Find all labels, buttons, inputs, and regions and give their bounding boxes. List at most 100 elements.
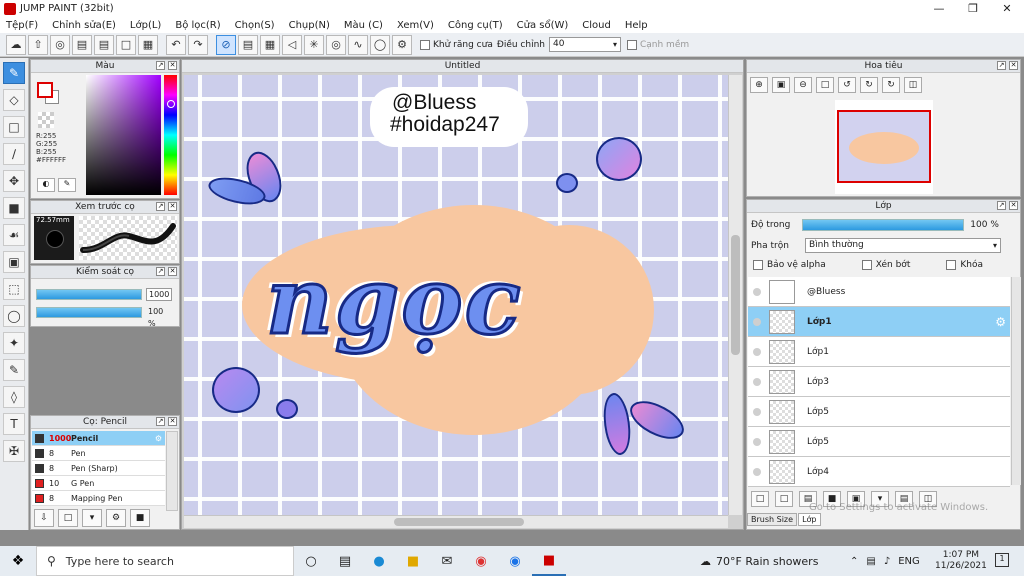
- eraser-tool-icon[interactable]: ◇: [3, 89, 25, 111]
- hatch-icon[interactable]: ▤: [238, 34, 258, 55]
- actual-size-icon[interactable]: □: [816, 77, 834, 93]
- move-tool-icon[interactable]: ✥: [3, 170, 25, 192]
- document-icon[interactable]: ▤: [94, 34, 114, 55]
- zoom-fit-icon[interactable]: ▣: [772, 77, 790, 93]
- minimize-button[interactable]: —: [922, 0, 956, 17]
- rotate-right-icon[interactable]: ↻: [860, 77, 878, 93]
- reset-rotation-icon[interactable]: ↻: [882, 77, 900, 93]
- zoom-out-icon[interactable]: ⊖: [794, 77, 812, 93]
- volume-icon[interactable]: ♪: [884, 556, 890, 567]
- float-icon[interactable]: ↗: [156, 417, 165, 426]
- menu-select[interactable]: Chọn(S): [235, 20, 275, 31]
- redo-icon[interactable]: ↷: [188, 34, 208, 55]
- circle-snap-icon[interactable]: ◯: [370, 34, 390, 55]
- brush-menu-icon[interactable]: ▾: [82, 509, 102, 527]
- layer-item[interactable]: Lớp5: [748, 427, 1010, 457]
- chrome-icon[interactable]: ◉: [464, 546, 498, 576]
- saturation-value-picker[interactable]: [86, 75, 161, 195]
- deselect-icon[interactable]: ⊘: [216, 34, 236, 55]
- close-icon[interactable]: ✕: [168, 202, 177, 211]
- chevron-up-icon[interactable]: ⌃: [850, 556, 858, 567]
- menu-tools[interactable]: Công cụ(T): [448, 20, 503, 31]
- close-icon[interactable]: ✕: [1009, 201, 1018, 210]
- export-icon[interactable]: ⇧: [28, 34, 48, 55]
- menu-file[interactable]: Tệp(F): [6, 20, 38, 31]
- drawing-canvas[interactable]: ngọc @Bluess #hoidap247: [184, 75, 728, 515]
- blend-mode-dropdown[interactable]: Bình thường: [804, 238, 1001, 253]
- clock[interactable]: 1:07 PM 11/26/2021: [935, 550, 987, 572]
- edge-icon[interactable]: ●: [362, 546, 396, 576]
- brush-opacity-slider[interactable]: [36, 307, 142, 318]
- fill-rect-tool-icon[interactable]: ■: [3, 197, 25, 219]
- visibility-icon[interactable]: [753, 317, 761, 326]
- float-icon[interactable]: ↗: [997, 61, 1006, 70]
- brush-item-pencil[interactable]: 1000 Pencil ⚙: [32, 431, 165, 446]
- task-view-icon[interactable]: ▤: [328, 546, 362, 576]
- layer-item[interactable]: @Bluess: [748, 277, 1010, 307]
- layer-item[interactable]: Lớp3: [748, 367, 1010, 397]
- radial-icon[interactable]: ✳: [304, 34, 324, 55]
- new-layer-icon[interactable]: □: [751, 491, 769, 507]
- visibility-icon[interactable]: [753, 467, 761, 476]
- brush-settings-icon[interactable]: ⚙: [106, 509, 126, 527]
- taskbar-search[interactable]: ⚲ Type here to search: [36, 546, 294, 576]
- close-icon[interactable]: ✕: [168, 417, 177, 426]
- navigator-thumbnail[interactable]: [835, 100, 933, 194]
- brush-item-g-pen[interactable]: 10 G Pen: [32, 476, 165, 491]
- cloud-icon[interactable]: ☁: [6, 34, 26, 55]
- gear-icon[interactable]: ⚙: [995, 315, 1006, 329]
- new-brush-icon[interactable]: □: [58, 509, 78, 527]
- lock-checkbox[interactable]: [946, 260, 957, 270]
- visibility-icon[interactable]: [753, 437, 761, 446]
- menu-help[interactable]: Help: [625, 20, 648, 31]
- concentric-icon[interactable]: ◎: [326, 34, 346, 55]
- windows-start-icon[interactable]: ❖: [0, 546, 36, 576]
- menu-capture[interactable]: Chụp(N): [289, 20, 330, 31]
- new-layer-options-icon[interactable]: □: [775, 491, 793, 507]
- tab-layer[interactable]: Lớp: [798, 513, 821, 526]
- canvas-horizontal-scrollbar[interactable]: [184, 515, 728, 528]
- color-picker-icon[interactable]: ✎: [58, 178, 76, 192]
- soft-edge-checkbox[interactable]: [626, 39, 637, 50]
- close-button[interactable]: ✕: [990, 0, 1024, 17]
- cortana-icon[interactable]: ○: [294, 546, 328, 576]
- hue-knob[interactable]: [167, 100, 175, 108]
- adjust-dropdown[interactable]: 40: [548, 37, 621, 52]
- tab-brush-size[interactable]: Brush Size: [747, 513, 798, 526]
- float-icon[interactable]: ↗: [997, 201, 1006, 210]
- select-eraser-tool-icon[interactable]: ◊: [3, 386, 25, 408]
- protect-alpha-checkbox[interactable]: [753, 260, 763, 270]
- eyedropper-tool-icon[interactable]: ✠: [3, 440, 25, 462]
- layer-item[interactable]: Lớp1: [748, 337, 1010, 367]
- grid-layout-icon[interactable]: ▦: [138, 34, 158, 55]
- layer-item[interactable]: Lớp4: [748, 457, 1010, 487]
- undo-icon[interactable]: ↶: [166, 34, 186, 55]
- menu-edit[interactable]: Chỉnh sửa(E): [52, 20, 116, 31]
- menu-filter[interactable]: Bộ lọc(R): [175, 20, 220, 31]
- language-indicator[interactable]: ENG: [898, 556, 920, 567]
- mail-icon[interactable]: ✉: [430, 546, 464, 576]
- menu-color[interactable]: Màu (C): [344, 20, 383, 31]
- perspective-icon[interactable]: ◁: [282, 34, 302, 55]
- menu-view[interactable]: Xem(V): [397, 20, 434, 31]
- gradient-tool-icon[interactable]: ▣: [3, 251, 25, 273]
- menu-cloud[interactable]: Cloud: [582, 20, 611, 31]
- flip-icon[interactable]: ◫: [904, 77, 922, 93]
- clipping-checkbox[interactable]: [861, 260, 872, 270]
- text-tool-icon[interactable]: T: [3, 413, 25, 435]
- antialias-checkbox[interactable]: [420, 39, 430, 50]
- layer-list-scrollbar[interactable]: [1011, 277, 1021, 485]
- palette-icon[interactable]: ◐: [37, 178, 55, 192]
- brush-item-pen[interactable]: 8 Pen: [32, 446, 165, 461]
- visibility-icon[interactable]: [753, 407, 761, 416]
- line-tool-icon[interactable]: ∕: [3, 143, 25, 165]
- jump-paint-icon[interactable]: ■: [532, 546, 566, 576]
- gear-icon[interactable]: ⚙: [155, 434, 162, 443]
- zoom-in-icon[interactable]: ⊕: [750, 77, 768, 93]
- magic-wand-tool-icon[interactable]: ✦: [3, 332, 25, 354]
- menu-layer[interactable]: Lớp(L): [130, 20, 161, 31]
- curve-icon[interactable]: ∿: [348, 34, 368, 55]
- zalo-icon[interactable]: ◉: [498, 546, 532, 576]
- page-icon[interactable]: □: [116, 34, 136, 55]
- close-icon[interactable]: ✕: [168, 267, 177, 276]
